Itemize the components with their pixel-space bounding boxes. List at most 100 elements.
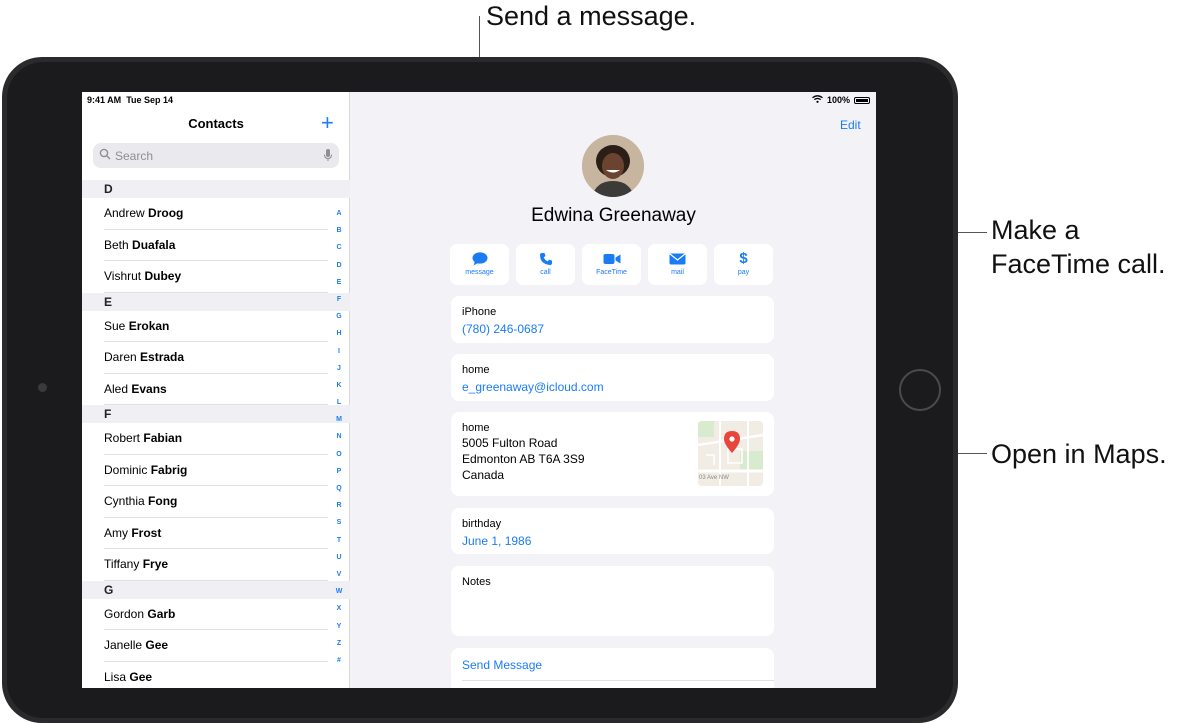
envelope-icon [648, 250, 707, 267]
map-pin-icon [724, 431, 740, 453]
alphabet-index[interactable]: A B C D E F G H I J K L M N O P Q R S T … [332, 205, 346, 669]
microphone-icon[interactable] [323, 148, 333, 165]
section-header-g: G [82, 580, 350, 599]
card-divider [462, 680, 774, 681]
contact-row[interactable]: Gordon Garb [82, 599, 350, 631]
index-letter[interactable]: N [332, 428, 346, 445]
index-letter[interactable]: D [332, 257, 346, 274]
search-field[interactable]: Search [93, 143, 339, 168]
facetime-button-label: FaceTime [596, 269, 627, 276]
status-time: 9:41 AM [87, 95, 122, 105]
index-letter[interactable]: E [332, 274, 346, 291]
index-letter[interactable]: R [332, 497, 346, 514]
contact-detail: Edit Edwina Greenaway message call FaceT… [351, 92, 876, 688]
address-line1: 5005 Fulton Road [462, 436, 558, 450]
search-icon [99, 148, 111, 163]
contacts-list: D Andrew Droog Beth Duafala Vishrut Dube… [82, 180, 350, 688]
map-thumbnail[interactable]: 03 Ave NW [698, 421, 763, 486]
index-letter[interactable]: I [332, 343, 346, 360]
status-date: Tue Sep 14 [126, 95, 174, 105]
callout-facetime-line2: FaceTime call. [991, 249, 1166, 279]
email-label: home [462, 364, 490, 376]
send-message-card[interactable]: Send Message [451, 648, 774, 688]
index-letter[interactable]: F [332, 291, 346, 308]
mail-button[interactable]: mail [648, 244, 707, 285]
message-button[interactable]: message [450, 244, 509, 285]
add-contact-button[interactable]: + [321, 112, 334, 134]
birthday-label: birthday [462, 518, 502, 530]
contacts-title: Contacts [188, 116, 244, 131]
index-letter[interactable]: A [332, 205, 346, 222]
mail-button-label: mail [671, 269, 684, 276]
birthday-date[interactable]: June 1, 1986 [462, 534, 531, 548]
address-label: home [462, 422, 490, 434]
contact-row[interactable]: Cynthia Fong [82, 486, 350, 518]
send-message-link[interactable]: Send Message [462, 658, 542, 672]
map-street-label: 03 Ave NW [699, 475, 729, 481]
index-letter[interactable]: J [332, 360, 346, 377]
callout-facetime-line1: Make a [991, 215, 1080, 245]
contact-row[interactable]: Sue Erokan [82, 311, 350, 343]
section-header-e: E [82, 292, 350, 311]
video-camera-icon [582, 250, 641, 267]
email-card[interactable]: home e_greenaway@icloud.com [451, 354, 774, 401]
screen: Contacts + Search D Andrew Droog Beth Du… [82, 92, 876, 688]
facetime-button[interactable]: FaceTime [582, 244, 641, 285]
contact-row[interactable]: Dominic Fabrig [82, 455, 350, 487]
contact-row[interactable]: Lisa Gee [82, 662, 350, 689]
index-letter[interactable]: G [332, 308, 346, 325]
call-button-label: call [540, 269, 551, 276]
index-letter[interactable]: X [332, 600, 346, 617]
pay-button-label: pay [737, 269, 750, 276]
contact-name: Edwina Greenaway [531, 205, 696, 226]
index-letter[interactable]: # [332, 652, 346, 669]
index-letter[interactable]: L [332, 394, 346, 411]
notes-label: Notes [462, 576, 491, 588]
index-letter[interactable]: B [332, 222, 346, 239]
index-letter[interactable]: K [332, 377, 346, 394]
address-text: 5005 Fulton Road Edmonton AB T6A 3S9 Can… [462, 435, 585, 483]
contact-row[interactable]: Robert Fabian [82, 423, 350, 455]
callout-send-message: Send a message. [486, 1, 697, 31]
index-letter[interactable]: T [332, 532, 346, 549]
search-placeholder: Search [115, 149, 154, 163]
contact-row[interactable]: Janelle Gee [82, 630, 350, 662]
contact-row[interactable]: Daren Estrada [82, 342, 350, 374]
birthday-card[interactable]: birthday June 1, 1986 [451, 508, 774, 554]
phone-number[interactable]: (780) 246-0687 [462, 322, 544, 336]
contact-avatar [582, 135, 644, 197]
call-button[interactable]: call [516, 244, 575, 285]
address-card[interactable]: home 5005 Fulton Road Edmonton AB T6A 3S… [451, 412, 774, 496]
callout-facetime: Make a FaceTime call. [991, 213, 1166, 281]
index-letter[interactable]: W [332, 583, 346, 600]
home-button[interactable] [899, 369, 941, 411]
index-letter[interactable]: Q [332, 480, 346, 497]
index-letter[interactable]: H [332, 325, 346, 342]
contact-row[interactable]: Beth Duafala [82, 230, 350, 262]
index-letter[interactable]: V [332, 566, 346, 583]
index-letter[interactable]: S [332, 514, 346, 531]
dollar-icon: $ [739, 250, 748, 267]
contact-row[interactable]: Aled Evans [82, 374, 350, 406]
index-letter[interactable]: C [332, 239, 346, 256]
section-header-d: D [82, 180, 350, 198]
contacts-sidebar: Contacts + Search D Andrew Droog Beth Du… [82, 92, 350, 688]
index-letter[interactable]: Z [332, 635, 346, 652]
contact-row[interactable]: Vishrut Dubey [82, 261, 350, 293]
phone-label: iPhone [462, 306, 497, 318]
contact-row[interactable]: Amy Frost [82, 518, 350, 550]
email-address[interactable]: e_greenaway@icloud.com [462, 380, 604, 394]
index-letter[interactable]: Y [332, 618, 346, 635]
notes-card[interactable]: Notes [451, 566, 774, 636]
index-letter[interactable]: O [332, 446, 346, 463]
index-letter[interactable]: M [332, 411, 346, 428]
contact-row[interactable]: Tiffany Frye [82, 549, 350, 581]
contact-row[interactable]: Andrew Droog [82, 198, 350, 230]
phone-card[interactable]: iPhone (780) 246-0687 [451, 296, 774, 343]
index-letter[interactable]: P [332, 463, 346, 480]
address-line2: Edmonton AB T6A 3S9 [462, 452, 585, 466]
edit-button[interactable]: Edit [840, 118, 861, 132]
callout-open-maps: Open in Maps. [991, 439, 1167, 469]
index-letter[interactable]: U [332, 549, 346, 566]
pay-button[interactable]: $ pay [714, 244, 773, 285]
